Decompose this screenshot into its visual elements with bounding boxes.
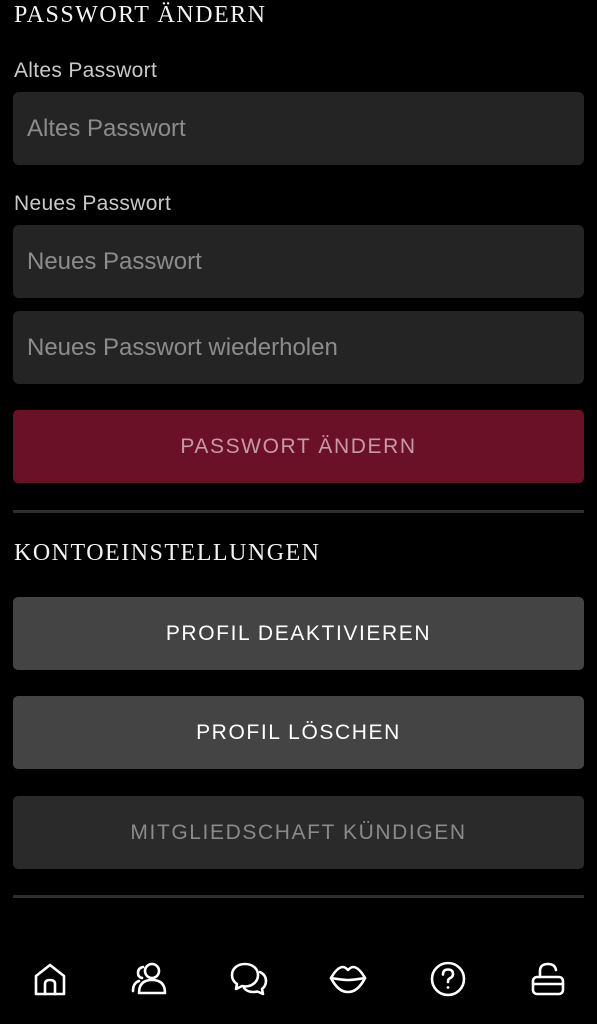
bottom-navigation: [0, 940, 597, 1024]
cancel-membership-button[interactable]: MITGLIEDSCHAFT KÜNDIGEN: [13, 796, 584, 869]
repeat-password-input[interactable]: [13, 311, 584, 384]
nav-messages[interactable]: [222, 952, 276, 1006]
section-divider: [13, 510, 584, 513]
lips-icon: [329, 965, 367, 994]
old-password-label: Altes Passwort: [14, 59, 158, 82]
bottom-divider: [13, 895, 584, 898]
home-icon: [34, 963, 66, 996]
nav-profiles[interactable]: [122, 952, 176, 1006]
new-password-label: Neues Passwort: [14, 192, 172, 215]
change-password-button[interactable]: PASSWORT ÄNDERN: [13, 410, 584, 483]
delete-profile-button[interactable]: PROFIL LÖSCHEN: [13, 696, 584, 769]
unlock-icon: [531, 962, 565, 996]
deactivate-profile-button[interactable]: PROFIL DEAKTIVIEREN: [13, 597, 584, 670]
nav-help[interactable]: [421, 952, 475, 1006]
password-section-title: PASSWORT ÄNDERN: [14, 2, 267, 28]
chat-icon: [230, 962, 268, 996]
nav-home[interactable]: [23, 952, 77, 1006]
account-section-title: KONTOEINSTELLUNGEN: [14, 540, 321, 566]
old-password-input[interactable]: [13, 92, 584, 165]
nav-kiss[interactable]: [321, 952, 375, 1006]
help-icon: [430, 961, 466, 997]
nav-logout[interactable]: [521, 952, 575, 1006]
new-password-input[interactable]: [13, 225, 584, 298]
users-icon: [131, 962, 167, 995]
